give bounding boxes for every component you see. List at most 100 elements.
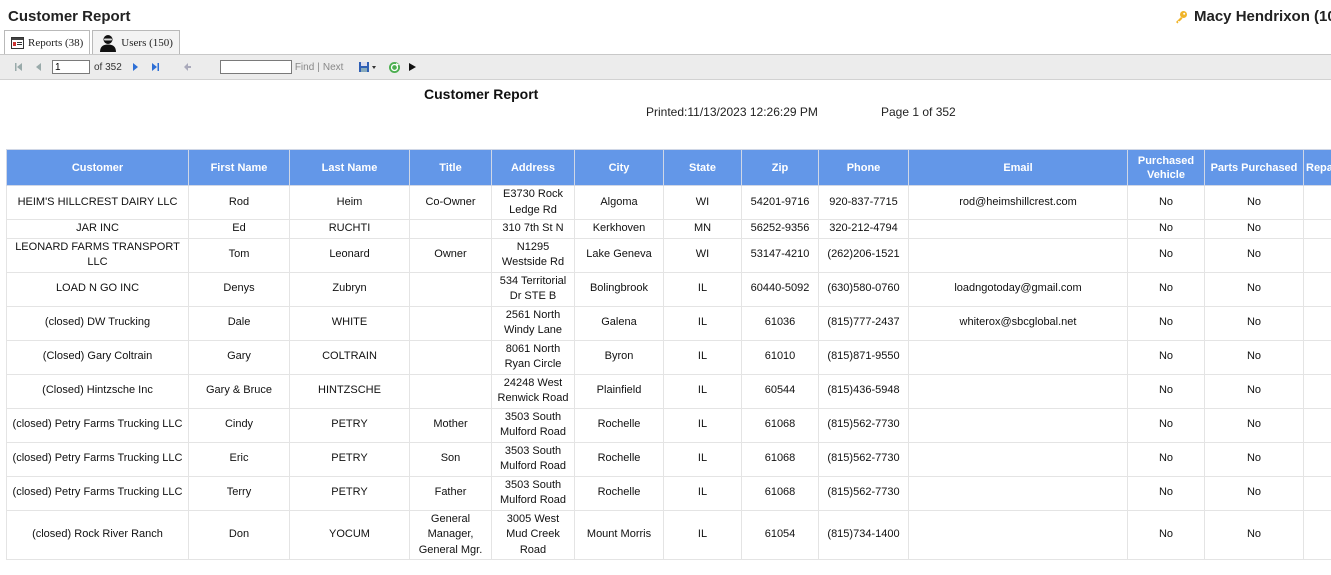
table-cell: 8061 North Ryan Circle [491, 339, 575, 375]
column-header[interactable]: Parts Purchased [1204, 149, 1304, 186]
table-cell: 61068 [741, 441, 819, 477]
table-cell: LEONARD FARMS TRANSPORT LLC [6, 237, 189, 273]
table-cell: No [1204, 509, 1304, 560]
user-menu[interactable]: Macy Hendrixon (10 [1174, 8, 1331, 25]
prev-page-icon [36, 63, 41, 71]
column-header[interactable]: Customer [6, 149, 189, 186]
printed-timestamp: Printed:11/13/2023 12:26:29 PM [646, 105, 818, 119]
column-header[interactable]: Email [908, 149, 1128, 186]
prev-page-button[interactable] [32, 60, 46, 74]
table-cell: No [1204, 475, 1304, 511]
refresh-button[interactable] [387, 60, 401, 74]
table-cell: No [1127, 373, 1205, 409]
table-cell: (815)734-1400 [818, 509, 909, 560]
table-cell: Father [409, 475, 492, 511]
next-link[interactable]: Next [323, 62, 344, 73]
table-row: (closed) Rock River Ranch Don YOCUM General… [6, 509, 1331, 560]
table-row: LOAD N GO INC Denys Zubryn 534 Territorial … [6, 271, 1331, 307]
table-cell [1303, 441, 1331, 477]
table-cell [1303, 339, 1331, 375]
table-row: (closed) Petry Farms Trucking LLC Terry PE… [6, 475, 1331, 511]
table-cell [1303, 271, 1331, 307]
table-cell: COLTRAIN [289, 339, 410, 375]
table-cell: WHITE [289, 305, 410, 341]
column-header[interactable]: Last Name [289, 149, 410, 186]
table-cell: Rochelle [574, 407, 664, 443]
table-cell: (815)562-7730 [818, 407, 909, 443]
column-header[interactable]: Zip [741, 149, 819, 186]
table-row: HEIM'S HILLCREST DAIRY LLC Rod Heim Co-Owne… [6, 185, 1331, 220]
column-header[interactable]: Phone [818, 149, 909, 186]
table-cell [1303, 219, 1331, 239]
table-cell [908, 441, 1128, 477]
last-page-button[interactable] [148, 60, 162, 74]
table-cell: 3503 South Mulford Road [491, 441, 575, 477]
table-cell: 56252-9356 [741, 219, 819, 239]
table-cell: No [1127, 237, 1205, 273]
table-cell: (630)580-0760 [818, 271, 909, 307]
table-cell: (815)871-9550 [818, 339, 909, 375]
table-cell: Gary [188, 339, 290, 375]
column-header[interactable]: Purchased Vehicle [1127, 149, 1205, 186]
tab-users[interactable]: Users (150) [92, 30, 180, 54]
table-cell: JAR INC [6, 219, 189, 239]
tab-reports-label: Reports (38) [28, 36, 84, 49]
column-header[interactable]: Title [409, 149, 492, 186]
table-cell: Galena [574, 305, 664, 341]
table-cell: Mount Morris [574, 509, 664, 560]
first-page-button[interactable] [12, 60, 26, 74]
table-cell [1303, 407, 1331, 443]
page-count-label: of 352 [94, 61, 122, 73]
table-cell: No [1127, 271, 1205, 307]
table-cell: (262)206-1521 [818, 237, 909, 273]
table-cell: 3005 West Mud Creek Road [491, 509, 575, 560]
column-header[interactable]: First Name [188, 149, 290, 186]
table-cell: IL [663, 373, 742, 409]
find-link[interactable]: Find [295, 62, 314, 73]
table-cell: No [1204, 373, 1304, 409]
table-cell [908, 339, 1128, 375]
play-icon [409, 63, 417, 71]
back-to-parent-button[interactable] [180, 60, 194, 74]
table-cell: No [1127, 475, 1205, 511]
table-cell: IL [663, 339, 742, 375]
column-header[interactable]: Repa [1303, 149, 1331, 186]
table-cell: N1295 Westside Rd [491, 237, 575, 273]
next-page-icon [132, 63, 138, 71]
table-cell [409, 373, 492, 409]
find-input[interactable] [219, 60, 292, 74]
table-cell: 61054 [741, 509, 819, 560]
table-cell: 310 7th St N [491, 219, 575, 239]
next-page-button[interactable] [128, 60, 142, 74]
table-cell: rod@heimshillcrest.com [908, 185, 1128, 220]
export-button[interactable] [357, 60, 381, 74]
table-row: (closed) Petry Farms Trucking LLC Eric PET… [6, 441, 1331, 477]
report-title: Customer Report [424, 86, 539, 102]
table-cell: No [1127, 219, 1205, 239]
table-cell: No [1127, 509, 1205, 560]
column-header[interactable]: Address [491, 149, 575, 186]
find-separator: | [317, 61, 320, 73]
table-cell: Rochelle [574, 475, 664, 511]
table-cell: PETRY [289, 475, 410, 511]
table-cell: 61010 [741, 339, 819, 375]
table-cell: Kerkhoven [574, 219, 664, 239]
table-cell: Cindy [188, 407, 290, 443]
page-number-input[interactable] [52, 60, 90, 74]
key-icon [1176, 10, 1187, 23]
print-button[interactable] [405, 60, 419, 74]
tab-reports[interactable]: Reports (38) [4, 30, 91, 54]
column-header[interactable]: City [574, 149, 664, 186]
table-cell: Bolingbrook [574, 271, 664, 307]
table-cell: No [1204, 271, 1304, 307]
table-cell: (Closed) Hintzsche Inc [6, 373, 189, 409]
table-cell: IL [663, 441, 742, 477]
table-cell: 3503 South Mulford Road [491, 407, 575, 443]
table-cell: No [1127, 305, 1205, 341]
table-cell: No [1127, 407, 1205, 443]
column-header[interactable]: State [663, 149, 742, 186]
tab-strip: Reports (38) Users (150) [4, 30, 182, 54]
table-cell: Co-Owner [409, 185, 492, 220]
table-cell: 61068 [741, 407, 819, 443]
table-cell: Rod [188, 185, 290, 220]
